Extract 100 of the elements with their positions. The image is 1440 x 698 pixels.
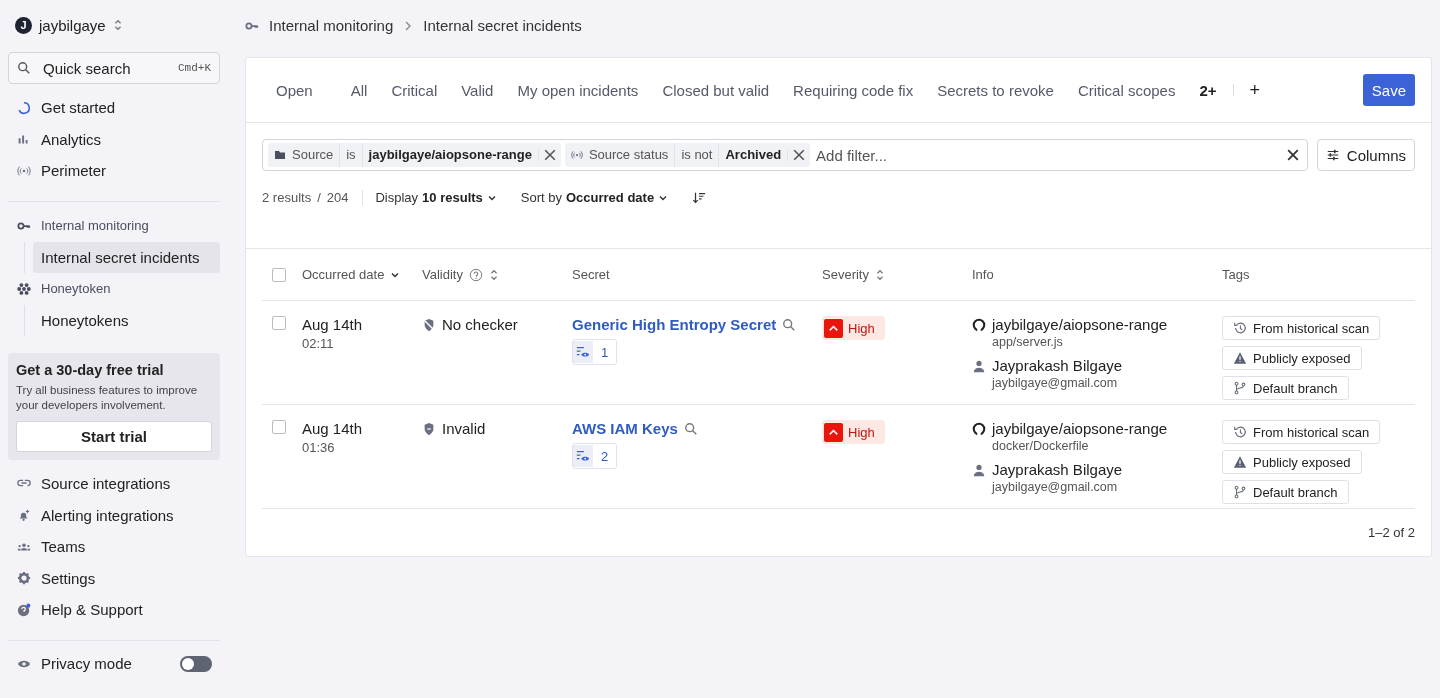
remove-filter-icon[interactable]: [537, 149, 557, 161]
developer-email: jaybilgaye@gmail.com: [992, 376, 1118, 390]
row-checkbox[interactable]: [272, 420, 286, 434]
signal-icon: [17, 164, 31, 178]
bell-icon: [17, 508, 31, 523]
incident-time: 01:36: [302, 440, 335, 455]
nav-item[interactable]: Perimeter: [41, 162, 107, 180]
view-tab[interactable]: Closed but valid: [650, 81, 782, 99]
display-dropdown[interactable]: Display 10 results: [375, 190, 497, 205]
sort-icon[interactable]: [488, 268, 499, 281]
workspace-name[interactable]: jaybilgaye: [39, 16, 106, 34]
select-all-checkbox[interactable]: [272, 267, 286, 282]
count-separator: /: [317, 190, 321, 205]
view-tab[interactable]: Secrets to revoke: [925, 81, 1066, 99]
shield-off-icon: [422, 317, 436, 332]
columns-button[interactable]: Columns: [1316, 139, 1415, 171]
sort-order-icon[interactable]: [692, 190, 707, 205]
tag: From historical scan: [1222, 420, 1381, 444]
nav-item[interactable]: Analytics: [41, 130, 102, 148]
shield-icon: [422, 421, 436, 436]
occurrences-badge[interactable]: 1: [572, 339, 618, 365]
breadcrumb-link[interactable]: Internal monitoring: [269, 17, 394, 34]
nav-subitem[interactable]: Internal secret incidents: [33, 241, 220, 273]
nav-item[interactable]: Source integrations: [41, 474, 171, 492]
view-tab[interactable]: Requiring code fix: [781, 81, 926, 99]
incident-time: 02:11: [302, 336, 334, 351]
view-tab[interactable]: Open: [262, 81, 339, 99]
hexagon-cluster-icon: [17, 281, 31, 296]
developer-name: Jayprakash Bilgaye: [992, 357, 1123, 374]
column-header: Tags: [1222, 267, 1250, 282]
nav-group-label[interactable]: Internal monitoring: [41, 218, 149, 234]
privacy-mode-label: Privacy mode: [41, 655, 133, 673]
more-tabs-button[interactable]: 2+: [1187, 81, 1229, 99]
chevron-up-icon: [824, 422, 843, 442]
settings-icon: [17, 571, 31, 586]
occurrences-badge[interactable]: 2: [572, 443, 618, 469]
search-icon[interactable]: [683, 421, 698, 436]
person-icon: [972, 358, 986, 373]
signal-icon: [570, 149, 583, 161]
quick-search-box[interactable]: Quick search Cmd+K: [8, 52, 220, 84]
view-tab[interactable]: Critical: [379, 81, 450, 99]
nav-item[interactable]: Alerting integrations: [41, 506, 174, 524]
chevron-up-icon: [824, 318, 843, 338]
sort-icon[interactable]: [874, 268, 885, 281]
warning-icon: [1233, 455, 1247, 469]
filter-field-name: Source: [292, 146, 335, 164]
filter-value: Archived: [718, 143, 788, 167]
sort-dropdown[interactable]: Sort by Occurred date: [520, 190, 669, 205]
filter-chip[interactable]: Source is jaybilgaye/aiopsone-range: [268, 143, 561, 167]
privacy-toggle[interactable]: [180, 655, 212, 672]
nav-item[interactable]: Get started: [41, 99, 116, 117]
view-tab[interactable]: My open incidents: [505, 81, 651, 99]
view-tab[interactable]: All: [338, 81, 380, 99]
filter-value: jaybilgaye/aiopsone-range: [361, 143, 538, 167]
repository-name[interactable]: jaybilgaye/aiopsone-range: [992, 420, 1168, 437]
save-button[interactable]: Save: [1362, 74, 1415, 106]
filter-field-name: Source status: [588, 146, 670, 164]
person-icon: [972, 462, 986, 477]
sliders-icon: [1325, 148, 1340, 162]
secret-link[interactable]: Generic High Entropy Secret: [572, 316, 777, 333]
branch-icon: [1233, 381, 1247, 395]
view-tab[interactable]: Critical scopes: [1065, 81, 1188, 99]
warning-icon: [1233, 351, 1247, 365]
file-path: docker/Dockerfile: [992, 439, 1089, 453]
view-tab[interactable]: Valid: [449, 81, 506, 99]
history-icon: [1233, 321, 1247, 335]
branch-icon: [1233, 485, 1247, 499]
search-icon: [17, 61, 31, 75]
row-checkbox[interactable]: [272, 316, 286, 330]
search-icon[interactable]: [782, 317, 797, 332]
column-header[interactable]: Validity: [422, 267, 463, 282]
workspace-avatar: J: [15, 16, 32, 34]
filter-operator: is not: [674, 143, 719, 167]
quick-search-field[interactable]: Quick search: [41, 58, 168, 78]
start-trial-button[interactable]: Start trial: [16, 420, 212, 452]
tag: Default branch: [1222, 376, 1349, 400]
add-tab-button[interactable]: +: [1237, 79, 1273, 101]
clear-filters-icon[interactable]: [1286, 149, 1299, 161]
filter-field[interactable]: Source is jaybilgaye/aiopsone-range Source status is not Archived Add filter...: [262, 139, 1308, 171]
remove-filter-icon[interactable]: [787, 149, 807, 161]
column-header[interactable]: Occurred date: [302, 267, 385, 282]
incident-date: Aug 14th: [302, 420, 363, 437]
pagination-range: 1–2 of 2: [1368, 525, 1415, 540]
tag: Default branch: [1222, 480, 1349, 504]
tag: From historical scan: [1222, 316, 1381, 340]
total-count: 204: [326, 190, 349, 205]
nav-item[interactable]: Teams: [41, 538, 86, 556]
nav-subitem[interactable]: Honeytokens: [33, 304, 220, 336]
severity-badge: High: [822, 316, 885, 340]
column-header: Info: [972, 267, 994, 282]
column-header: Secret: [572, 267, 610, 282]
secret-link[interactable]: AWS IAM Keys: [572, 420, 678, 437]
nav-item[interactable]: Settings: [41, 569, 96, 587]
column-header[interactable]: Severity: [822, 267, 869, 282]
filter-chip[interactable]: Source status is not Archived: [564, 143, 811, 167]
nav-item[interactable]: Help & Support: [41, 601, 143, 619]
chevron-updown-icon[interactable]: [112, 19, 123, 31]
nav-group-label[interactable]: Honeytoken: [41, 281, 111, 297]
repository-name[interactable]: jaybilgaye/aiopsone-range: [992, 316, 1168, 333]
help-icon: [17, 602, 31, 617]
